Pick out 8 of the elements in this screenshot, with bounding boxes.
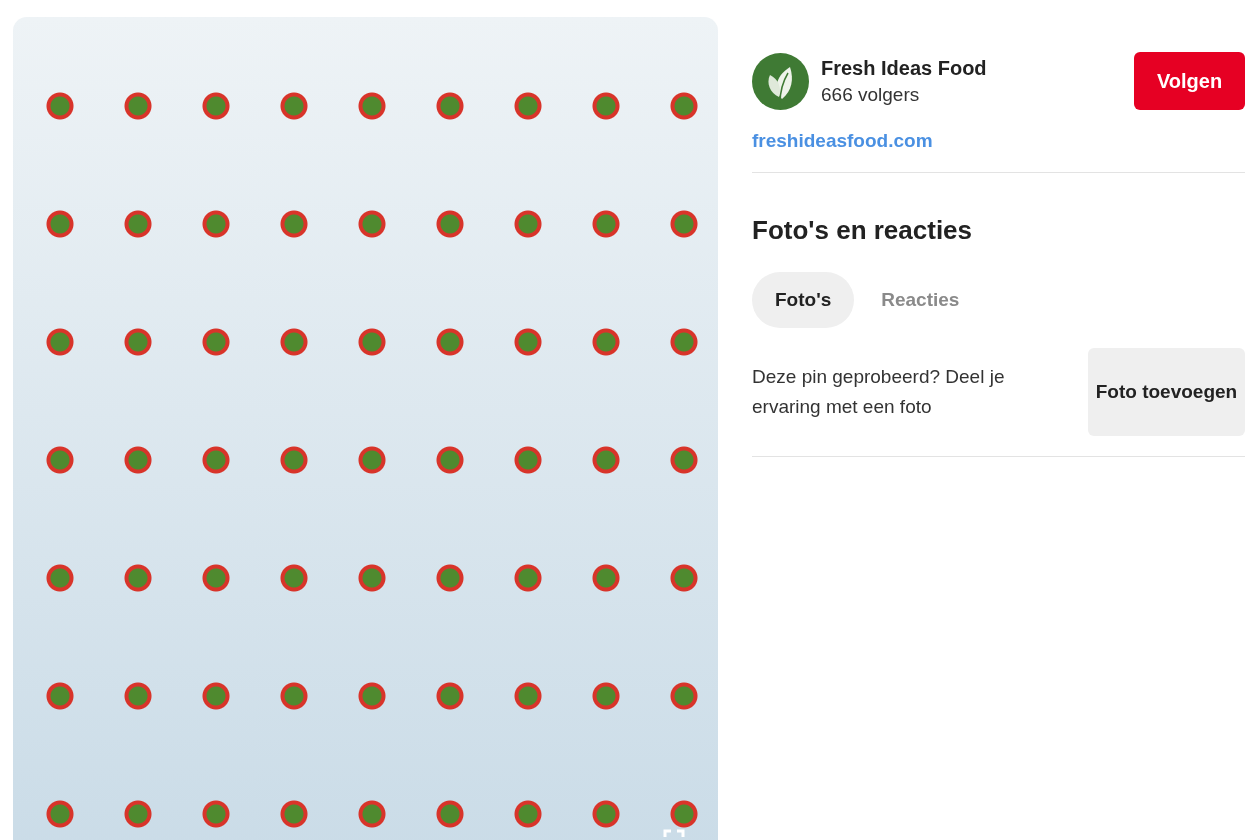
tab[interactable]: Foto's xyxy=(752,272,855,328)
follower-count: 666 volgers xyxy=(821,83,921,106)
profile-name[interactable]: Fresh Ideas Food xyxy=(821,56,1122,80)
follow-button[interactable]: Volgen xyxy=(1134,52,1245,110)
prompt-text: Deze pin geprobeerd? Deel je ervaring met een foto xyxy=(752,365,1006,419)
add-photo-button[interactable]: Foto toevoegen xyxy=(1088,348,1245,436)
leaf-avatar-icon[interactable] xyxy=(752,52,809,110)
section-title: Foto's en reacties xyxy=(752,215,974,246)
